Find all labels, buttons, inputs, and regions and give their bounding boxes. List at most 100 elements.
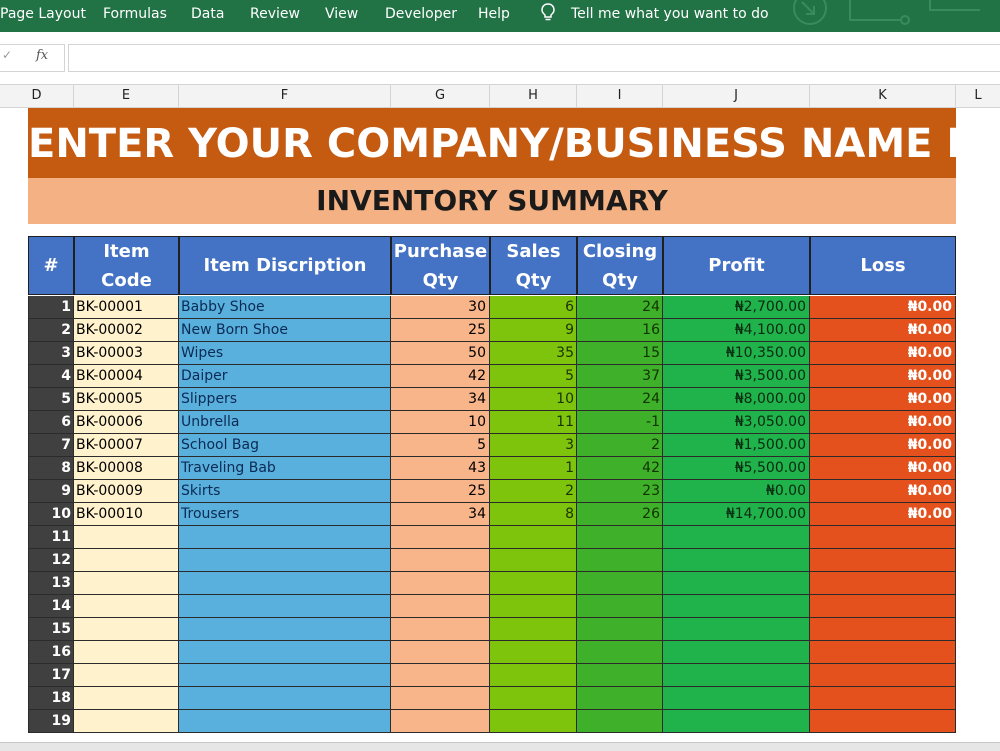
loss-cell[interactable]: ₦0.00	[810, 480, 956, 503]
profit-cell[interactable]	[663, 618, 810, 641]
profit-cell[interactable]: ₦3,050.00	[663, 411, 810, 434]
closing-qty-cell[interactable]	[577, 595, 663, 618]
loss-cell[interactable]: ₦0.00	[810, 434, 956, 457]
tab-help[interactable]: Help	[478, 0, 510, 32]
sales-qty-cell[interactable]: 5	[490, 365, 577, 388]
loss-cell[interactable]	[810, 572, 956, 595]
item-code-cell[interactable]: BK-00008	[74, 457, 179, 480]
row-number[interactable]: 5	[28, 388, 74, 411]
loss-cell[interactable]: ₦0.00	[810, 457, 956, 480]
item-description-cell[interactable]: Unbrella	[179, 411, 391, 434]
loss-cell[interactable]: ₦0.00	[810, 365, 956, 388]
purchase-qty-cell[interactable]	[391, 618, 490, 641]
row-number[interactable]: 3	[28, 342, 74, 365]
sales-qty-cell[interactable]	[490, 549, 577, 572]
profit-cell[interactable]: ₦0.00	[663, 480, 810, 503]
row-number[interactable]: 13	[28, 572, 74, 595]
loss-cell[interactable]: ₦0.00	[810, 388, 956, 411]
purchase-qty-cell[interactable]: 25	[391, 480, 490, 503]
sales-qty-cell[interactable]: 10	[490, 388, 577, 411]
sales-qty-cell[interactable]	[490, 687, 577, 710]
row-number[interactable]: 7	[28, 434, 74, 457]
insert-function-icon[interactable]: fx	[36, 48, 48, 63]
item-description-cell[interactable]	[179, 549, 391, 572]
profit-cell[interactable]: ₦2,700.00	[663, 296, 810, 319]
row-number[interactable]: 16	[28, 641, 74, 664]
item-code-cell[interactable]: BK-00002	[74, 319, 179, 342]
item-code-cell[interactable]	[74, 572, 179, 595]
purchase-qty-cell[interactable]	[391, 572, 490, 595]
row-number[interactable]: 2	[28, 319, 74, 342]
item-description-cell[interactable]: Babby Shoe	[179, 296, 391, 319]
closing-qty-cell[interactable]	[577, 549, 663, 572]
header-sales-qty[interactable]: Sales Qty	[490, 236, 577, 295]
purchase-qty-cell[interactable]: 10	[391, 411, 490, 434]
item-code-cell[interactable]: BK-00005	[74, 388, 179, 411]
closing-qty-cell[interactable]	[577, 572, 663, 595]
item-code-cell[interactable]: BK-00006	[74, 411, 179, 434]
loss-cell[interactable]: ₦0.00	[810, 342, 956, 365]
profit-cell[interactable]	[663, 549, 810, 572]
header-loss[interactable]: Loss	[810, 236, 956, 295]
closing-qty-cell[interactable]	[577, 526, 663, 549]
profit-cell[interactable]: ₦8,000.00	[663, 388, 810, 411]
purchase-qty-cell[interactable]: 43	[391, 457, 490, 480]
purchase-qty-cell[interactable]	[391, 710, 490, 733]
purchase-qty-cell[interactable]	[391, 664, 490, 687]
item-description-cell[interactable]: Traveling Bab	[179, 457, 391, 480]
profit-cell[interactable]	[663, 641, 810, 664]
formula-input[interactable]	[68, 44, 1000, 72]
column-header-l[interactable]: L	[956, 85, 1000, 107]
sales-qty-cell[interactable]	[490, 664, 577, 687]
item-description-cell[interactable]	[179, 572, 391, 595]
closing-qty-cell[interactable]: 42	[577, 457, 663, 480]
purchase-qty-cell[interactable]	[391, 595, 490, 618]
header-item-description[interactable]: Item Discription	[179, 236, 391, 295]
profit-cell[interactable]: ₦14,700.00	[663, 503, 810, 526]
closing-qty-cell[interactable]	[577, 687, 663, 710]
tab-view[interactable]: View	[325, 0, 358, 32]
closing-qty-cell[interactable]: -1	[577, 411, 663, 434]
tab-review[interactable]: Review	[250, 0, 300, 32]
company-title-band[interactable]: ENTER YOUR COMPANY/BUSINESS NAME HERE	[28, 108, 956, 178]
column-header-j[interactable]: J	[663, 85, 810, 107]
sales-qty-cell[interactable]: 2	[490, 480, 577, 503]
sales-qty-cell[interactable]	[490, 618, 577, 641]
loss-cell[interactable]	[810, 618, 956, 641]
item-description-cell[interactable]	[179, 641, 391, 664]
column-header-h[interactable]: H	[490, 85, 577, 107]
loss-cell[interactable]: ₦0.00	[810, 503, 956, 526]
profit-cell[interactable]	[663, 526, 810, 549]
item-description-cell[interactable]: Trousers	[179, 503, 391, 526]
profit-cell[interactable]	[663, 664, 810, 687]
profit-cell[interactable]: ₦3,500.00	[663, 365, 810, 388]
tab-data[interactable]: Data	[191, 0, 224, 32]
profit-cell[interactable]: ₦5,500.00	[663, 457, 810, 480]
header-number[interactable]: #	[28, 236, 74, 295]
item-code-cell[interactable]	[74, 710, 179, 733]
item-code-cell[interactable]	[74, 664, 179, 687]
column-header-i[interactable]: I	[577, 85, 663, 107]
profit-cell[interactable]	[663, 687, 810, 710]
row-number[interactable]: 10	[28, 503, 74, 526]
sales-qty-cell[interactable]: 3	[490, 434, 577, 457]
item-description-cell[interactable]	[179, 664, 391, 687]
column-header-e[interactable]: E	[74, 85, 179, 107]
loss-cell[interactable]	[810, 710, 956, 733]
profit-cell[interactable]: ₦4,100.00	[663, 319, 810, 342]
purchase-qty-cell[interactable]: 34	[391, 388, 490, 411]
loss-cell[interactable]	[810, 687, 956, 710]
loss-cell[interactable]	[810, 664, 956, 687]
sales-qty-cell[interactable]	[490, 526, 577, 549]
row-number[interactable]: 6	[28, 411, 74, 434]
item-description-cell[interactable]: School Bag	[179, 434, 391, 457]
item-code-cell[interactable]	[74, 595, 179, 618]
item-description-cell[interactable]	[179, 710, 391, 733]
row-number[interactable]: 1	[28, 296, 74, 319]
item-description-cell[interactable]: Daiper	[179, 365, 391, 388]
row-number[interactable]: 15	[28, 618, 74, 641]
loss-cell[interactable]	[810, 595, 956, 618]
item-description-cell[interactable]: Slippers	[179, 388, 391, 411]
profit-cell[interactable]: ₦10,350.00	[663, 342, 810, 365]
tab-developer[interactable]: Developer	[385, 0, 457, 32]
